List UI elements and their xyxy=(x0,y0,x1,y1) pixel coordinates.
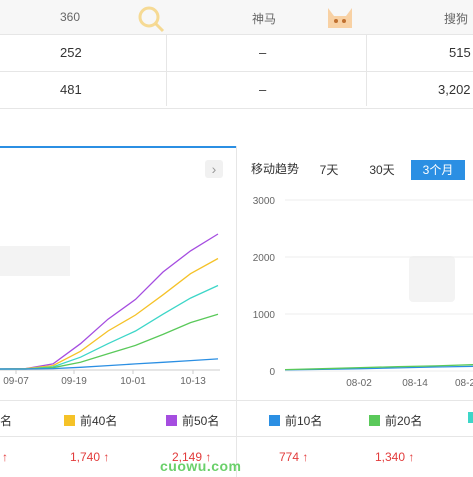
x-tick-label: 09-07 xyxy=(3,376,29,387)
header-sogou: 搜狗 xyxy=(444,12,469,26)
legend-label: 名 xyxy=(0,414,13,428)
legend-swatch-cut xyxy=(468,412,473,423)
cell-shenma: – xyxy=(259,45,267,60)
x-tick-label: 09-19 xyxy=(61,376,87,387)
pc-trend-chart: 09-07 09-19 10-01 10-13 xyxy=(0,233,220,387)
value-top10: 774 ↑ xyxy=(279,450,308,464)
divider xyxy=(0,436,236,437)
legend-item-top20[interactable]: 前20名 xyxy=(369,412,422,429)
up-arrow-icon: ↑ xyxy=(302,450,309,464)
cell-sogou: 515 xyxy=(449,45,471,60)
panel-accent-bar xyxy=(0,146,236,148)
header-shenma: 神马 xyxy=(252,12,277,26)
pc-trend-panel: › 09-07 09-19 10-01 10-13 名 前40名 前50名 ↑ 1,7… xyxy=(0,146,236,477)
legend-item-top50[interactable]: 前50名 xyxy=(166,412,219,429)
value-text: 1,340 xyxy=(375,450,406,464)
y-tick-label: 2000 xyxy=(253,253,276,264)
legend-item[interactable]: 名 xyxy=(0,412,12,429)
legend-label: 前10名 xyxy=(285,414,323,428)
table-header: 360 神马 搜狗 xyxy=(0,0,473,35)
y-tick-label: 0 xyxy=(269,367,275,378)
cell-360: 252 xyxy=(60,45,82,60)
dog-icon xyxy=(322,2,358,34)
panel-title: 移动趋势 xyxy=(251,162,300,176)
divider xyxy=(237,400,473,401)
tab-3m[interactable]: 3个月 xyxy=(411,160,465,180)
y-tick-label: 3000 xyxy=(253,196,276,207)
legend-item-top40[interactable]: 前40名 xyxy=(64,412,117,429)
x-tick-label: 10-01 xyxy=(120,376,146,387)
legend-item-top10[interactable]: 前10名 xyxy=(269,412,322,429)
header-360: 360 xyxy=(60,10,81,24)
cell-360: 481 xyxy=(60,82,82,97)
legend-label: 前50名 xyxy=(182,414,220,428)
y-tick-label: 1000 xyxy=(253,310,276,321)
cell-shenma: – xyxy=(259,82,267,97)
value-top20: 1,340 ↑ xyxy=(375,450,414,464)
search-icon xyxy=(136,4,166,34)
up-arrow-icon: ↑ xyxy=(103,450,110,464)
legend-label: 前20名 xyxy=(385,414,423,428)
x-tick-label: 08-02 xyxy=(346,378,372,389)
legend-swatch xyxy=(369,415,380,426)
x-tick-label: 08-14 xyxy=(402,378,428,389)
value-text: 1,740 xyxy=(70,450,101,464)
value-top40: 1,740 ↑ xyxy=(70,450,109,464)
tab-30d[interactable]: 30天 xyxy=(357,160,407,180)
divider xyxy=(0,400,236,401)
cell-sogou: 3,202 xyxy=(438,82,471,97)
watermark-logo xyxy=(0,246,70,276)
legend-swatch xyxy=(64,415,75,426)
x-tick-label: 08-2 xyxy=(455,378,473,389)
series-line-2 xyxy=(0,284,219,370)
tab-7d[interactable]: 7天 xyxy=(309,160,349,180)
legend-swatch xyxy=(269,415,280,426)
x-tick-label: 10-13 xyxy=(180,376,206,387)
legend-label: 前40名 xyxy=(80,414,118,428)
divider xyxy=(237,436,473,437)
next-arrow-button[interactable]: › xyxy=(205,160,223,178)
value-text: 774 xyxy=(279,450,300,464)
mobile-trend-panel: 移动趋势 7天 30天 3个月 3000 2000 1000 0 08-02 08-14… xyxy=(237,146,473,477)
watermark-logo xyxy=(409,256,455,302)
up-arrow-icon: ↑ xyxy=(408,450,415,464)
table-row: 252 – 515 xyxy=(0,35,473,72)
watermark-text: cuowu.com xyxy=(160,458,242,474)
value-arrow: ↑ xyxy=(2,450,8,464)
table-row: 481 – 3,202 xyxy=(0,72,473,109)
mobile-trend-chart: 3000 2000 1000 0 08-02 08-14 08-2 xyxy=(253,196,473,389)
legend-swatch xyxy=(166,415,177,426)
